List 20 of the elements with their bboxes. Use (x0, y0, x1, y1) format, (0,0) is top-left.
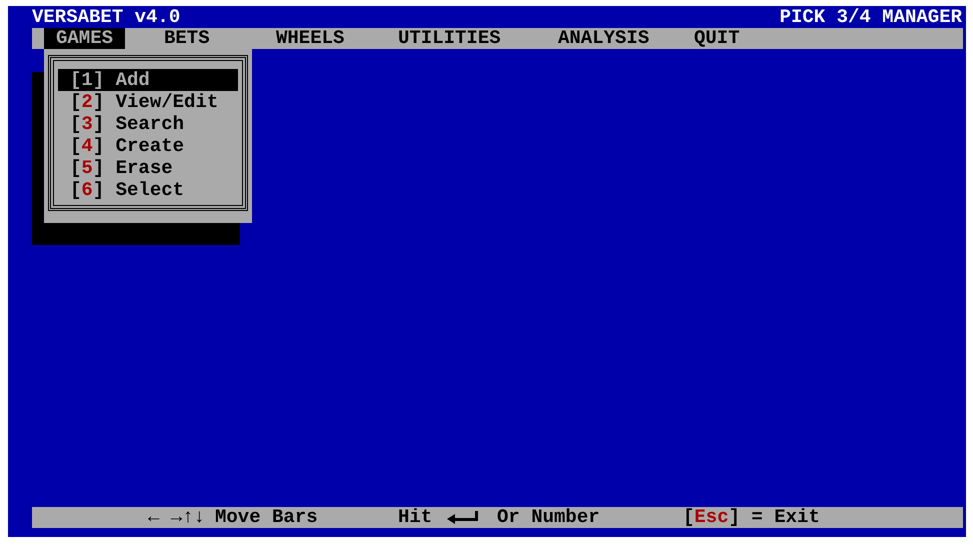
dropdown-item[interactable]: [5] Erase (58, 157, 238, 179)
hit-hint: Hit (398, 507, 432, 528)
arrow-keys-hint: ← →↑↓ (148, 507, 206, 528)
exit-hint: [Esc] = Exit (683, 507, 820, 528)
module-title: PICK 3/4 MANAGER (780, 6, 962, 28)
menu-item[interactable]: UTILITIES (386, 28, 513, 49)
or-number-hint: Or Number (497, 507, 600, 528)
menu-item[interactable]: BETS (152, 28, 222, 49)
dropdown-item[interactable]: [3] Search (58, 113, 238, 135)
dropdown-item[interactable]: [1] Add (58, 69, 238, 91)
dropdown-item[interactable]: [4] Create (58, 135, 238, 157)
menu-item[interactable]: QUIT (682, 28, 752, 49)
menu-item[interactable]: ANALYSIS (546, 28, 662, 49)
menu-item[interactable]: GAMES (44, 28, 126, 49)
app-title: VERSABET v4.0 (32, 6, 180, 28)
dropdown-item[interactable]: [6] Select (58, 179, 238, 201)
menu-item[interactable]: WHEELS (264, 28, 356, 49)
dropdown-item[interactable]: [2] View/Edit (58, 91, 238, 113)
move-bars-hint: Move Bars (215, 507, 318, 528)
enter-key-icon (447, 511, 479, 524)
